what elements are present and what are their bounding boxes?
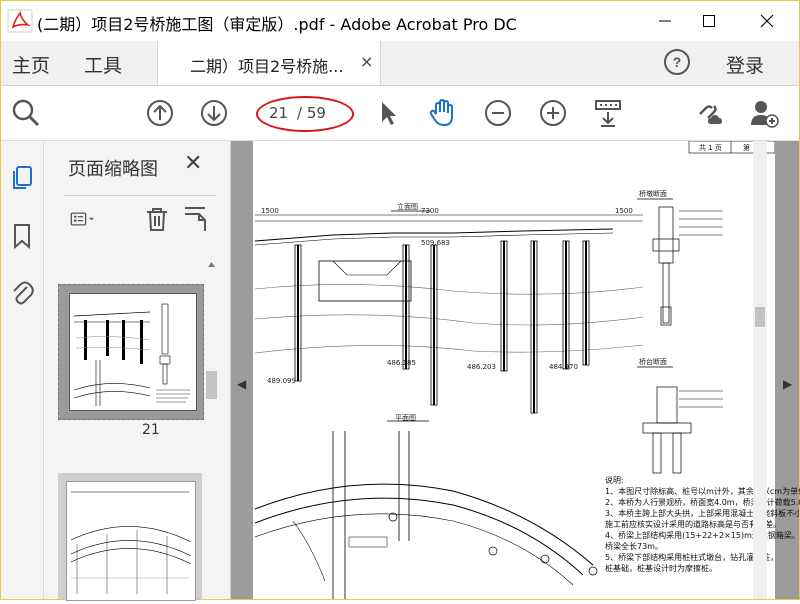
thumbnail-scroll-thumb[interactable] xyxy=(206,371,217,399)
pdf-page: 共 1 页 第 立面图 1500 7300 1500 509.683 489.0… xyxy=(253,140,800,599)
page-up-icon[interactable] xyxy=(145,98,175,128)
menu-home[interactable]: 主页 xyxy=(12,51,50,78)
bookmark-icon[interactable] xyxy=(10,223,34,249)
zoom-in-icon[interactable] xyxy=(538,98,568,128)
page-layout-icon[interactable] xyxy=(593,98,623,128)
title-bar: (二期）项目2号桥施工图（审定版）.pdf - Adobe Acrobat Pr… xyxy=(1,1,799,41)
note-line: 2、本桥为人行景观桥，桥面宽4.0m，桥梁设计荷载5.0KPa。 xyxy=(605,498,800,507)
minimize-button[interactable] xyxy=(647,7,683,35)
pages-icon[interactable] xyxy=(10,165,34,191)
thumbnail-scrollbar[interactable] xyxy=(204,255,219,599)
page-thumbnail[interactable] xyxy=(58,473,202,601)
close-window-button[interactable] xyxy=(749,7,785,35)
note-line: 1、本图尺寸除标高、桩号以m计外，其余均以cm为单位。 xyxy=(605,487,800,496)
plan-title: 平面图 xyxy=(395,414,416,422)
sheet-number-cell: 第 xyxy=(743,144,750,152)
maximize-button[interactable] xyxy=(691,7,727,35)
previous-page-arrow-icon[interactable]: ◀ xyxy=(237,377,246,391)
delete-icon[interactable] xyxy=(144,206,170,232)
note-line: 桩基础，桩基设计时为摩擦桩。 xyxy=(605,564,717,573)
dimension-label: 7300 xyxy=(421,207,439,215)
note-line: 施工前应核实设计采用的道路标高是与否有偏差。 xyxy=(605,520,781,529)
main-toolbar: 21 / 59 xyxy=(1,86,799,141)
document-tab[interactable]: 二期）项目2号桥施... × xyxy=(157,41,381,85)
help-icon[interactable]: ? xyxy=(663,48,691,76)
elevation-label: 486.185 xyxy=(387,359,416,367)
maximize-icon xyxy=(703,15,715,27)
acrobat-app-icon xyxy=(7,9,33,33)
zoom-search-icon[interactable] xyxy=(11,98,41,128)
page-thumbnail-selected[interactable] xyxy=(58,284,204,420)
thumbnail-options-icon[interactable] xyxy=(70,206,96,232)
attachment-icon[interactable] xyxy=(10,279,34,305)
thumbnail-page-image xyxy=(69,293,197,411)
red-highlight-oval xyxy=(256,96,354,132)
insert-page-icon[interactable] xyxy=(182,206,208,232)
thumbnail-page-image xyxy=(66,481,196,601)
hand-tool-icon[interactable] xyxy=(427,98,457,128)
svg-text:?: ? xyxy=(673,54,682,70)
document-vertical-scrollbar[interactable] xyxy=(753,141,767,599)
abutment-section-title: 桥台断面 xyxy=(639,358,667,366)
thumbnail-toolbar xyxy=(64,195,216,236)
elevation-label: 489.099 xyxy=(267,377,296,385)
dimension-label: 1500 xyxy=(261,207,279,215)
sheet-count-cell: 共 1 页 xyxy=(699,144,722,152)
document-view[interactable]: ◀ 共 1 页 第 立面图 1500 7300 1500 509.683 489… xyxy=(231,140,800,599)
zoom-out-icon[interactable] xyxy=(483,98,513,128)
thumbnail-pane-close-icon[interactable]: ✕ xyxy=(184,151,202,176)
document-tab-close-icon[interactable]: × xyxy=(360,52,373,71)
dimension-label: 1500 xyxy=(615,207,633,215)
thumbnail-pane: 页面缩略图 ✕ 21 xyxy=(44,141,231,601)
notes-heading: 说明: xyxy=(605,476,624,485)
elevation-title: 立面图 xyxy=(397,203,418,211)
note-line: 桥梁全长73m。 xyxy=(605,542,663,551)
scroll-up-arrow-icon[interactable] xyxy=(204,258,219,270)
design-notes: 说明: 1、本图尺寸除标高、桩号以m计外，其余均以cm为单位。 2、本桥为人行景… xyxy=(605,475,800,574)
share-link-icon[interactable] xyxy=(695,98,725,128)
left-navigation-rail xyxy=(1,141,44,599)
next-page-arrow-icon[interactable]: ▶ xyxy=(783,377,792,391)
login-button[interactable]: 登录 xyxy=(726,51,764,78)
elevation-label: 484.970 xyxy=(549,363,578,371)
pier-section-title: 桥墩断面 xyxy=(639,190,667,198)
select-arrow-icon[interactable] xyxy=(373,98,403,128)
document-scroll-thumb[interactable] xyxy=(755,307,765,327)
elevation-label: 486.203 xyxy=(467,363,496,371)
document-tab-label: 二期）项目2号桥施... xyxy=(190,57,344,76)
add-user-icon[interactable] xyxy=(749,98,779,128)
elevation-label: 509.683 xyxy=(421,239,450,247)
note-line: 4、桥梁上部结构采用(15+22+2×15)m连续钢箱梁。 xyxy=(605,531,800,540)
minimize-icon xyxy=(659,20,671,22)
close-icon xyxy=(760,14,774,28)
menu-tab-bar: 主页 工具 二期）项目2号桥施... × ? 登录 xyxy=(1,41,799,86)
thumbnail-page-number: 21 xyxy=(142,422,160,438)
page-down-icon[interactable] xyxy=(199,98,229,128)
window-title: (二期）项目2号桥施工图（审定版）.pdf - Adobe Acrobat Pr… xyxy=(37,15,517,34)
note-line: 5、桥梁下部结构采用桩柱式墩台，钻孔灌注桩， xyxy=(605,553,779,562)
menu-tools[interactable]: 工具 xyxy=(84,51,122,78)
note-line: 3、本桥主跨上部大头拱，上部采用混凝土现浇斜板不小于3.0m， xyxy=(605,509,800,518)
thumbnail-pane-title: 页面缩略图 xyxy=(68,159,158,180)
